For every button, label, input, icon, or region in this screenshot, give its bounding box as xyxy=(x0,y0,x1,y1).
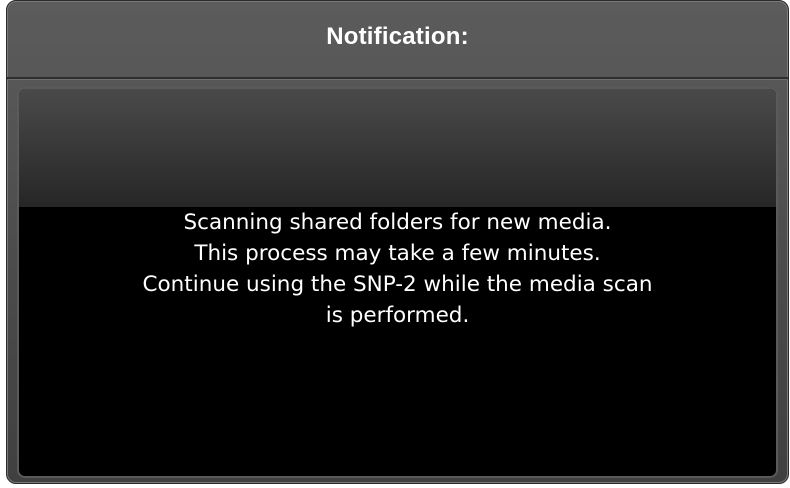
message-line-1: Scanning shared folders for new media. xyxy=(183,210,612,235)
notification-message: Scanning shared folders for new media. T… xyxy=(19,207,776,331)
dialog-title-bar: Notification: xyxy=(7,1,788,79)
notification-dialog: Notification: Scanning shared folders fo… xyxy=(6,0,789,484)
title-divider xyxy=(7,77,788,80)
message-line-3: Continue using the SNP-2 while the media… xyxy=(142,272,653,297)
message-line-2: This process may take a few minutes. xyxy=(194,241,601,266)
message-line-4: is performed. xyxy=(325,303,470,328)
message-panel: Scanning shared folders for new media. T… xyxy=(17,87,778,478)
dialog-title: Notification: xyxy=(326,23,469,50)
panel-gloss xyxy=(19,89,776,207)
